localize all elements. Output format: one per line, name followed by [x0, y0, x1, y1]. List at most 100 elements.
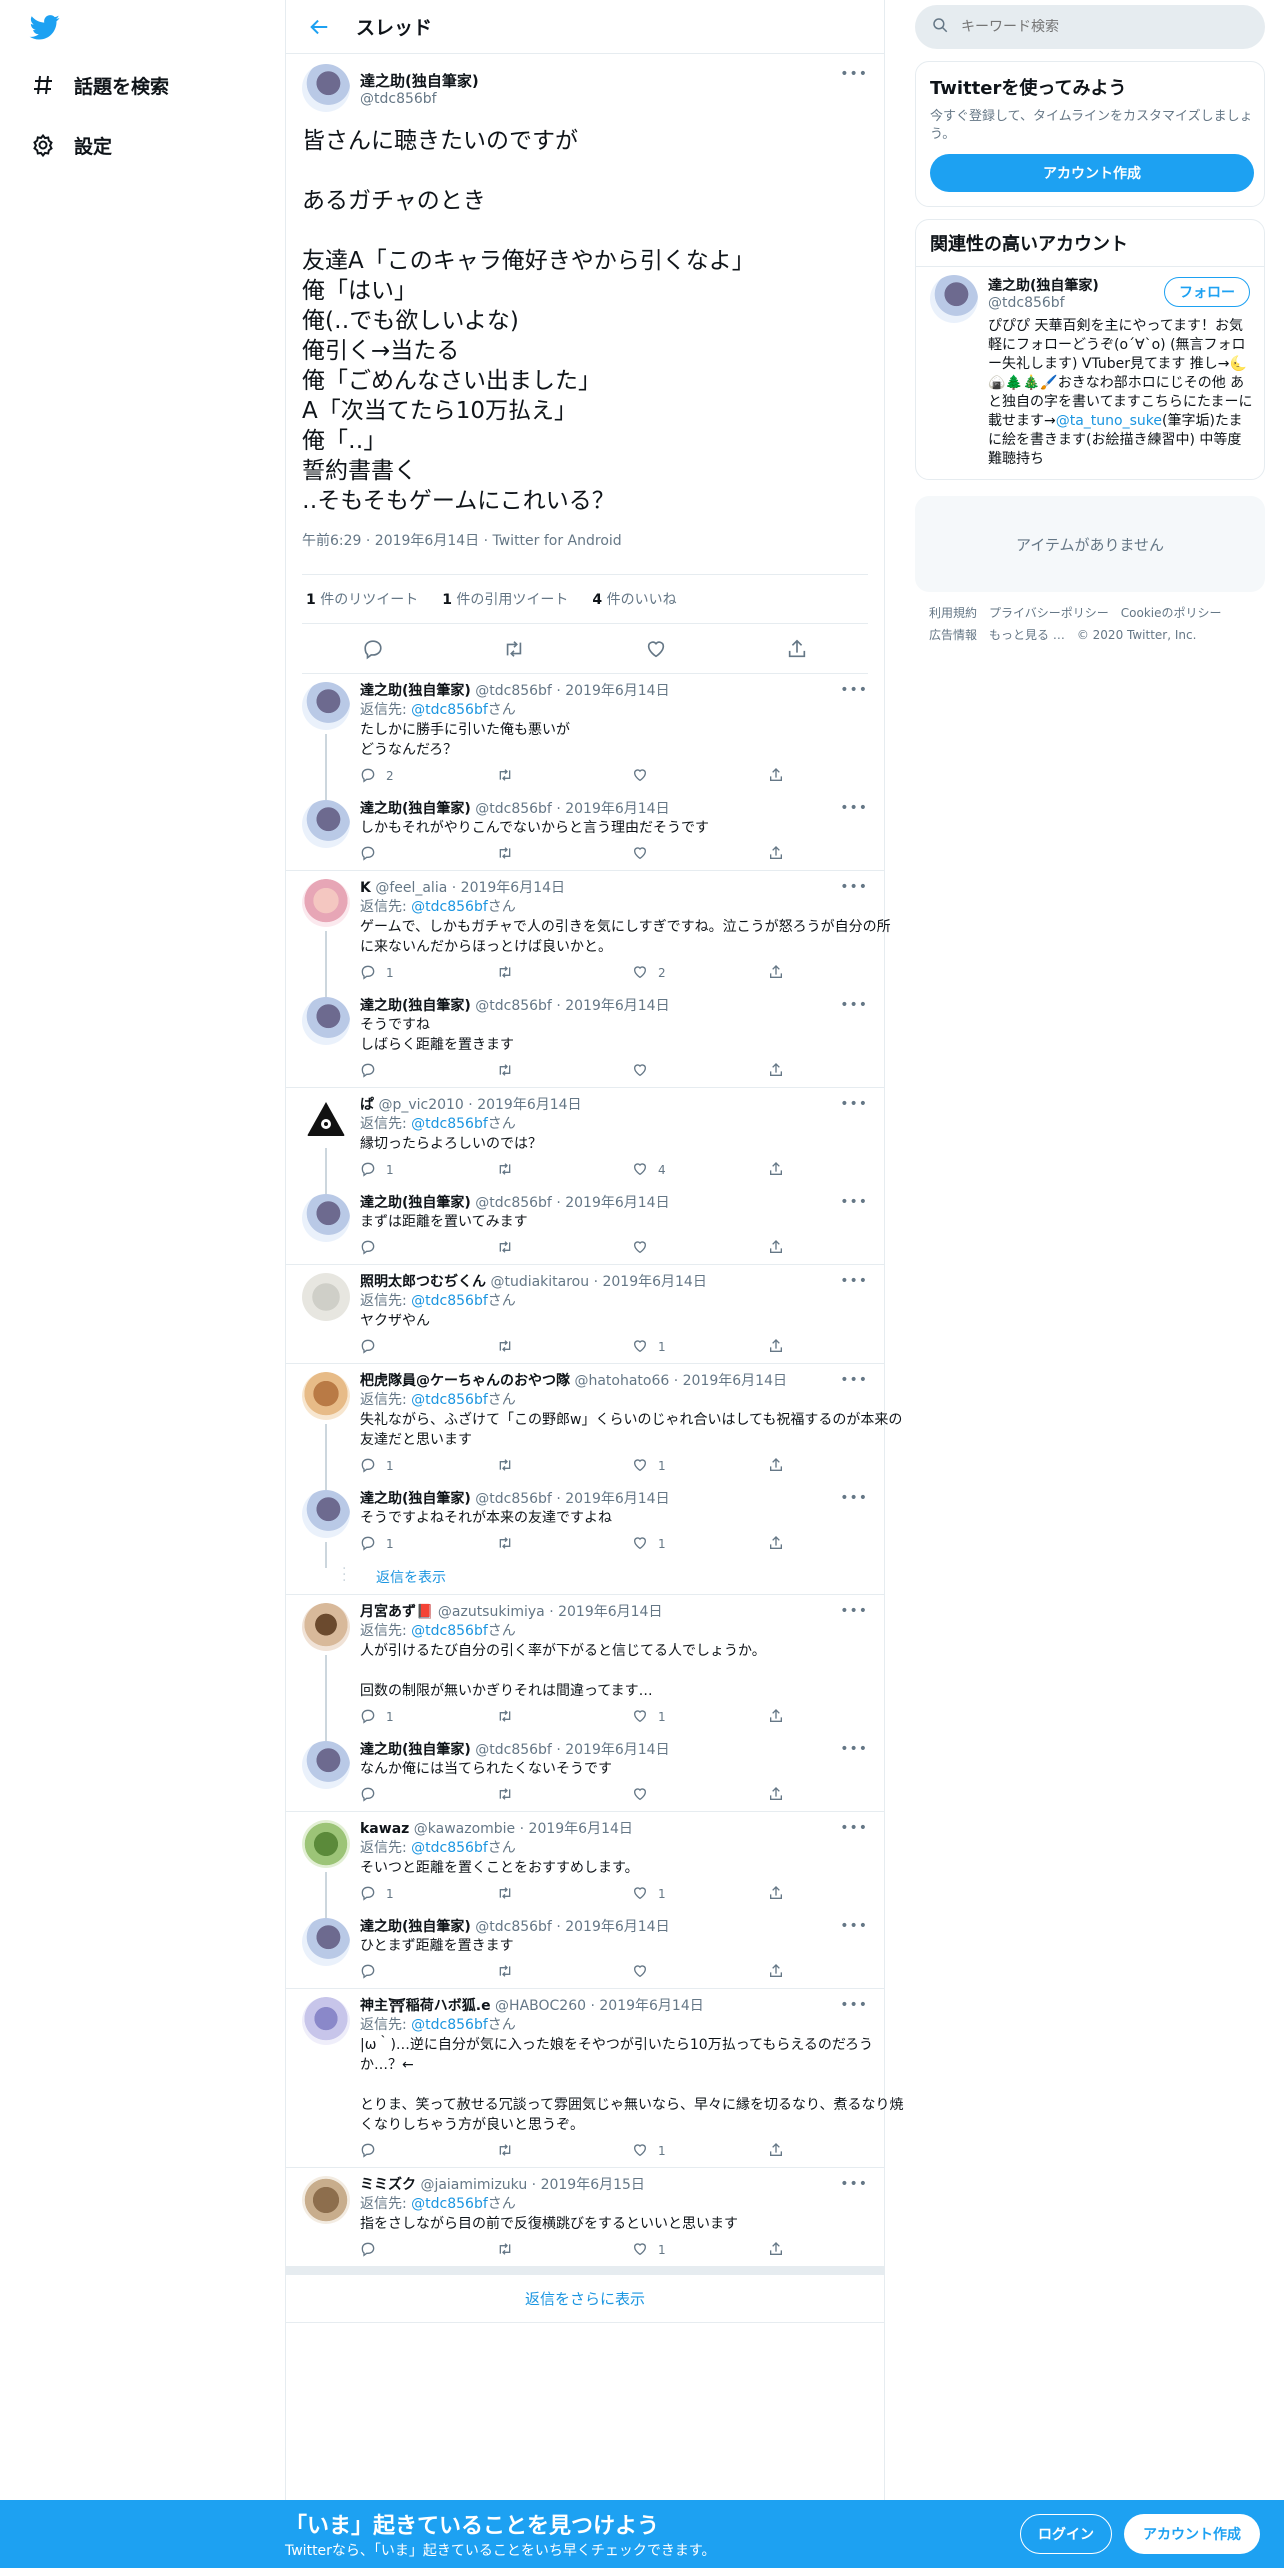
avatar[interactable]: [302, 2176, 350, 2224]
retweet-button[interactable]: [496, 1062, 632, 1081]
replying-to-link[interactable]: @tdc856bf: [411, 2017, 488, 2033]
reply-button[interactable]: [360, 1239, 496, 1258]
reply-date[interactable]: 2019年6月14日: [565, 1919, 669, 1935]
avatar[interactable]: [302, 997, 350, 1045]
footer-link-ads[interactable]: 広告情報: [929, 628, 977, 642]
reply-button[interactable]: 2: [360, 767, 496, 786]
like-button[interactable]: 4: [632, 1161, 768, 1180]
avatar[interactable]: [930, 275, 978, 323]
like-button[interactable]: 1: [632, 1457, 768, 1476]
avatar[interactable]: [302, 1194, 350, 1242]
reply-tweet[interactable]: 杷虎隊員@ケーちゃんのおやつ隊 @hatohato66 · 2019年6月14日…: [302, 1364, 902, 1490]
reply-date[interactable]: 2019年6月14日: [461, 880, 565, 896]
reply-tweet[interactable]: kawaz @kawazombie · 2019年6月14日 返信先: @tdc8…: [302, 1812, 868, 1918]
share-button[interactable]: [768, 2142, 904, 2161]
reply-date[interactable]: 2019年6月14日: [565, 1195, 669, 1211]
retweet-button[interactable]: [496, 1963, 632, 1982]
back-arrow-icon[interactable]: [304, 12, 334, 42]
reply-button[interactable]: [360, 1963, 496, 1982]
reply-tweet[interactable]: 達之助(独自筆家) @tdc856bf · 2019年6月14日 なんか俺には当て…: [302, 1733, 868, 1811]
replying-to-link[interactable]: @tdc856bf: [411, 1392, 488, 1408]
reply-author-handle[interactable]: @tdc856bf: [475, 801, 552, 817]
reply-date[interactable]: 2019年6月14日: [565, 683, 669, 699]
retweet-button[interactable]: [496, 1239, 632, 1258]
reply-date[interactable]: 2019年6月14日: [477, 1097, 581, 1113]
avatar[interactable]: [302, 64, 350, 112]
reply-author-name[interactable]: 達之助(独自筆家): [360, 1195, 471, 1211]
reply-author-name[interactable]: 達之助(独自筆家): [360, 998, 471, 1014]
reply-author-handle[interactable]: @tdc856bf: [475, 1195, 552, 1211]
footer-link-more[interactable]: もっと見る …: [989, 628, 1065, 642]
reply-author-handle[interactable]: @hatohato66: [574, 1373, 669, 1389]
retweet-button[interactable]: [496, 1708, 632, 1727]
reply-tweet[interactable]: 達之助(独自筆家) @tdc856bf · 2019年6月14日 返信先: @td…: [302, 674, 868, 800]
retweet-button[interactable]: [496, 2142, 632, 2161]
reply-button[interactable]: [360, 1786, 496, 1805]
share-button[interactable]: [768, 1239, 904, 1258]
reply-author-handle[interactable]: @tdc856bf: [475, 1491, 552, 1507]
reply-date[interactable]: 2019年6月14日: [565, 1491, 669, 1507]
like-button[interactable]: 1: [632, 1338, 768, 1357]
reply-button[interactable]: [360, 845, 496, 864]
like-button[interactable]: 1: [632, 1885, 768, 1904]
retweet-button[interactable]: [496, 964, 632, 983]
replying-to-link[interactable]: @tdc856bf: [411, 1116, 488, 1132]
retweet-button[interactable]: [496, 767, 632, 786]
reply-date[interactable]: 2019年6月14日: [565, 801, 669, 817]
author-handle[interactable]: @tdc856bf: [360, 91, 479, 107]
retweet-button[interactable]: [496, 2241, 632, 2260]
share-button[interactable]: [768, 1708, 904, 1727]
more-options-icon[interactable]: •••: [840, 1820, 868, 1836]
reply-button[interactable]: 1: [360, 1161, 496, 1180]
more-replies-button[interactable]: 返信をさらに表示: [286, 2267, 884, 2323]
reply-date[interactable]: 2019年6月14日: [529, 1821, 633, 1837]
retweet-button[interactable]: [496, 1885, 632, 1904]
retweet-icon[interactable]: [503, 638, 525, 660]
reply-tweet[interactable]: 達之助(独自筆家) @tdc856bf · 2019年6月14日 そうですよねそれ…: [302, 1482, 868, 1568]
share-button[interactable]: [768, 964, 904, 983]
reply-author-name[interactable]: ぱ: [360, 1097, 374, 1113]
reply-author-handle[interactable]: @tdc856bf: [475, 1919, 552, 1935]
reply-button[interactable]: 1: [360, 964, 496, 983]
reply-author-name[interactable]: 達之助(独自筆家): [360, 801, 471, 817]
reply-button[interactable]: [360, 2142, 496, 2161]
likes-stat[interactable]: 4 件のいいね: [592, 589, 676, 609]
more-options-icon[interactable]: •••: [840, 800, 868, 816]
reply-tweet[interactable]: 達之助(独自筆家) @tdc856bf · 2019年6月14日 まずは距離を置い…: [302, 1186, 868, 1264]
retweet-button[interactable]: [496, 1161, 632, 1180]
reply-tweet[interactable]: ぱ @p_vic2010 · 2019年6月14日 返信先: @tdc856bfさ…: [302, 1088, 868, 1194]
avatar[interactable]: [302, 1096, 350, 1144]
more-options-icon[interactable]: •••: [840, 1273, 868, 1289]
share-button[interactable]: [768, 1161, 904, 1180]
reply-author-name[interactable]: K: [360, 880, 371, 896]
nav-item-settings[interactable]: 設定: [28, 127, 112, 163]
footer-link-terms[interactable]: 利用規約: [929, 606, 977, 620]
like-button[interactable]: [632, 767, 768, 786]
reply-date[interactable]: 2019年6月14日: [599, 1998, 703, 2014]
reply-author-handle[interactable]: @azutsukimiya: [438, 1604, 545, 1620]
reply-tweet[interactable]: 照明太郎つむぢくん @tudiakitarou · 2019年6月14日 返信先:…: [302, 1265, 868, 1363]
reply-tweet[interactable]: ミミズク @jaiamimizuku · 2019年6月15日 返信先: @tdc…: [302, 2168, 868, 2266]
share-button[interactable]: [768, 1457, 904, 1476]
author-name[interactable]: 達之助(独自筆家): [360, 70, 479, 91]
like-button[interactable]: [632, 845, 768, 864]
tweet-timestamp[interactable]: 午前6:29 · 2019年6月14日 · Twitter for Androi…: [302, 530, 868, 550]
share-button[interactable]: [768, 767, 904, 786]
like-button[interactable]: 1: [632, 1535, 768, 1554]
reply-date[interactable]: 2019年6月15日: [541, 2177, 645, 2193]
reply-author-handle[interactable]: @p_vic2010: [378, 1097, 463, 1113]
reply-author-handle[interactable]: @tdc856bf: [475, 1742, 552, 1758]
more-options-icon[interactable]: •••: [840, 2176, 868, 2192]
reply-date[interactable]: 2019年6月14日: [565, 998, 669, 1014]
more-options-icon[interactable]: •••: [840, 66, 868, 82]
more-options-icon[interactable]: •••: [840, 997, 868, 1013]
replying-to-link[interactable]: @tdc856bf: [411, 1623, 488, 1639]
avatar[interactable]: [302, 1820, 350, 1868]
reply-tweet[interactable]: 達之助(独自筆家) @tdc856bf · 2019年6月14日 しかもそれがやり…: [302, 792, 868, 870]
twitter-bird-icon[interactable]: [28, 12, 64, 44]
avatar[interactable]: [302, 682, 350, 730]
show-replies-link[interactable]: · · · 返信を表示: [302, 1560, 868, 1594]
share-button[interactable]: [768, 2241, 904, 2260]
reply-icon[interactable]: [362, 638, 384, 660]
reply-button[interactable]: 1: [360, 1708, 496, 1727]
